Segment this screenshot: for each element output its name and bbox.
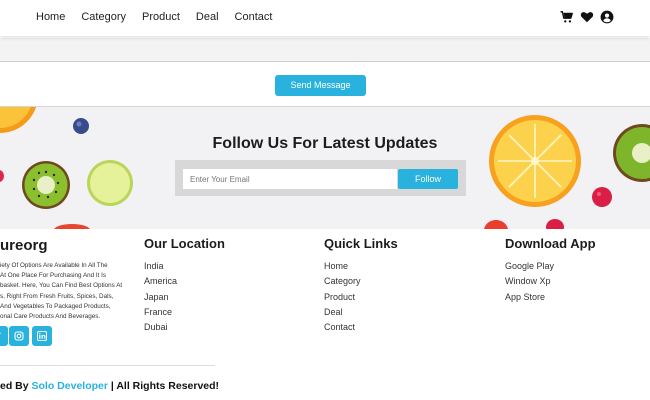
column-title: Download App: [505, 236, 596, 251]
nav-icons: [560, 10, 614, 24]
description-line: At One Place For Purchasing And It Is: [0, 272, 107, 280]
follow-button[interactable]: Follow: [398, 169, 458, 189]
description-line: And Vegetables To Packaged Products,: [0, 302, 111, 310]
email-input[interactable]: [183, 169, 397, 189]
footer-column-location: Our Location India America Japan France …: [144, 236, 225, 335]
strawberry-image-right: [484, 220, 508, 229]
nav-link-deal[interactable]: Deal: [196, 11, 219, 23]
nav-link-category[interactable]: Category: [81, 11, 126, 23]
location-item[interactable]: France: [144, 305, 225, 320]
contact-form-section: Send Message: [0, 36, 650, 106]
author-link[interactable]: Solo Developer: [32, 380, 108, 392]
nav-link-contact[interactable]: Contact: [235, 11, 273, 23]
subscribe-form: Follow: [175, 160, 466, 196]
newsletter-section: Follow Us For Latest Updates Follow: [0, 107, 650, 229]
description-line: basket. Here, You Can Find Best Options …: [0, 282, 123, 290]
lime-slice-image: [87, 160, 133, 206]
column-title: Our Location: [144, 236, 225, 251]
copyright-text: ed By Solo Developer | All Rights Reserv…: [0, 380, 219, 392]
blueberry-image: [73, 118, 89, 134]
top-navbar: Home Category Product Deal Contact: [0, 0, 650, 36]
send-message-button[interactable]: Send Message: [275, 75, 366, 96]
brand-description: iety Of Options Are Available In All The…: [0, 261, 128, 322]
description-line: onal Care Products And Beverages.: [0, 313, 101, 321]
footer-divider: [0, 365, 215, 366]
orange-slice-image-right: [489, 115, 581, 207]
quick-link-item[interactable]: Product: [324, 290, 398, 305]
message-field[interactable]: [0, 38, 650, 62]
raspberry-image-bottom: [546, 219, 564, 229]
column-title: Quick Links: [324, 236, 398, 251]
linkedin-button[interactable]: [32, 326, 52, 346]
brand-name: ureorg: [0, 237, 48, 254]
copyright-suffix: | All Rights Reserved!: [107, 380, 220, 392]
nav-link-home[interactable]: Home: [36, 11, 65, 23]
quick-link-item[interactable]: Contact: [324, 320, 398, 335]
description-line: s, Right From Fresh Fruits, Spices, Dals…: [0, 292, 114, 300]
strawberry-image: [54, 224, 90, 229]
orange-slice-image: [0, 107, 37, 133]
user-icon[interactable]: [600, 10, 614, 24]
quick-link-item[interactable]: Home: [324, 259, 398, 274]
nav-links: Home Category Product Deal Contact: [36, 11, 288, 23]
instagram-button[interactable]: [9, 326, 29, 346]
location-item[interactable]: India: [144, 259, 225, 274]
download-item[interactable]: App Store: [505, 290, 596, 305]
cart-icon[interactable]: [560, 10, 574, 24]
twitter-icon: [0, 332, 2, 334]
download-item[interactable]: Window Xp: [505, 274, 596, 289]
quick-link-item[interactable]: Category: [324, 274, 398, 289]
raspberry-image: [0, 170, 4, 182]
twitter-button[interactable]: [0, 326, 8, 346]
linkedin-icon: [37, 331, 47, 341]
footer-column-download-app: Download App Google Play Window Xp App S…: [505, 236, 596, 305]
location-item[interactable]: Japan: [144, 290, 225, 305]
description-line: iety Of Options Are Available In All The: [0, 262, 108, 269]
raspberry-image-right: [592, 187, 612, 207]
footer: ureorg iety Of Options Are Available In …: [0, 229, 650, 400]
follow-title: Follow Us For Latest Updates: [212, 135, 438, 152]
nav-link-product[interactable]: Product: [142, 11, 180, 23]
kiwi-slice-image-right: [613, 124, 650, 182]
instagram-icon: [14, 331, 24, 341]
location-item[interactable]: Dubai: [144, 320, 225, 335]
copyright-prefix: ed By: [0, 380, 32, 392]
heart-icon[interactable]: [580, 10, 594, 24]
download-item[interactable]: Google Play: [505, 259, 596, 274]
kiwi-slice-image: [22, 161, 70, 209]
location-item[interactable]: America: [144, 274, 225, 289]
footer-column-quick-links: Quick Links Home Category Product Deal C…: [324, 236, 398, 335]
quick-link-item[interactable]: Deal: [324, 305, 398, 320]
